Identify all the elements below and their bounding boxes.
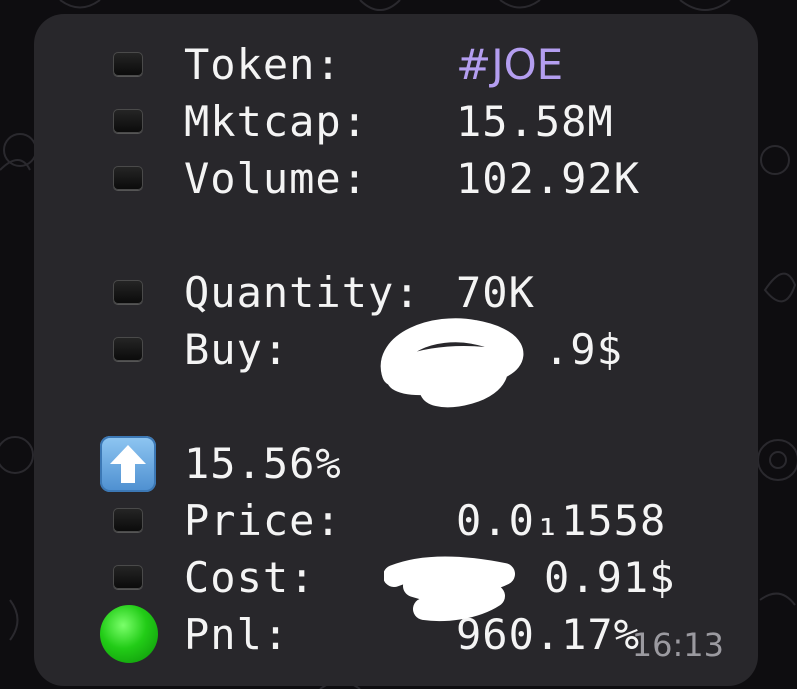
buy-label: Buy: [184,324,290,374]
cost-value: 0.91$ [544,552,676,602]
token-row: Token: #JOE [100,36,660,92]
quantity-row: Quantity: 70K [100,264,660,320]
cost-row: Cost: 0.91$ [100,549,674,605]
token-label: Token: [184,39,342,89]
up-arrow-icon [100,436,156,492]
black-square-button-icon [113,565,143,589]
black-square-button-icon [113,337,143,361]
message-timestamp: 16:13 [631,626,724,664]
mktcap-row: Mktcap: 15.58M [100,93,660,149]
change-row: 15.56% [100,435,660,492]
change-percent: 15.56% [184,438,342,488]
green-circle-icon [100,605,158,663]
black-square-button-icon [113,280,143,304]
redaction-scribble [384,556,515,622]
black-square-button-icon [113,52,143,76]
mktcap-label: Mktcap: [184,96,369,146]
price-row: Price: 0.0₁1558 [100,492,665,548]
quantity-value: 70K [456,267,535,317]
buy-value: .9$ [544,324,623,374]
message-bubble[interactable]: Token: #JOE Mktcap: 15.58M Volume: 102.9… [34,14,758,686]
price-value: 0.0₁1558 [456,495,667,545]
redaction-scribble [380,318,524,408]
price-label: Price: [184,495,342,545]
quantity-label: Quantity: [184,267,421,317]
volume-label: Volume: [184,153,369,203]
black-square-button-icon [113,508,143,532]
black-square-button-icon [113,109,143,133]
pnl-row: Pnl: 960.17% [100,605,660,663]
volume-row: Volume: 102.92K [100,150,660,206]
cost-label: Cost: [184,552,316,602]
volume-value: 102.92K [456,153,641,203]
mktcap-value: 15.58M [456,96,614,146]
black-square-button-icon [113,166,143,190]
pnl-label: Pnl: [184,609,290,659]
token-hashtag-link[interactable]: #JOE [456,40,563,89]
